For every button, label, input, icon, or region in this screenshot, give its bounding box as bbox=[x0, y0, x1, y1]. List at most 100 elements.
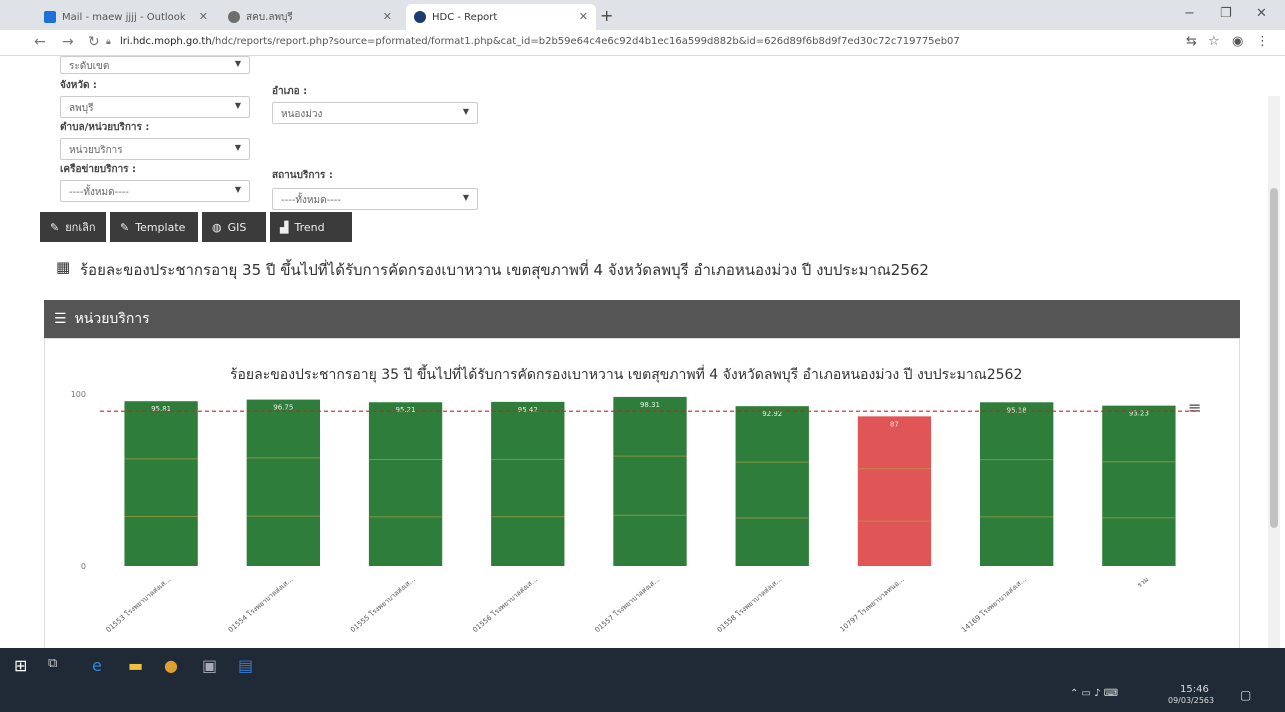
bar-value-label: 96.75 bbox=[273, 404, 293, 412]
star-icon[interactable]: ☆ bbox=[1208, 34, 1220, 49]
bar-value-label: 87 bbox=[890, 420, 899, 428]
page-scrollbar[interactable] bbox=[1268, 96, 1280, 656]
x-category-label: รวม bbox=[1136, 575, 1151, 589]
x-category-label: 01557 โรงพยาบาลส่งเส... bbox=[593, 575, 661, 634]
table-icon: ▦ bbox=[56, 258, 71, 276]
gis-button[interactable]: ◍ GIS bbox=[202, 212, 266, 242]
browser-tab-bar: Mail - maew jjjj - Outlook ✕ สคบ.ลพบุรี … bbox=[0, 0, 1285, 30]
select-value: ลพบุรี bbox=[69, 103, 94, 114]
bar-value-label: 98.31 bbox=[640, 401, 660, 409]
select-value: ----ทั้งหมด---- bbox=[69, 187, 130, 198]
select-value: หนองม่วง bbox=[281, 109, 323, 120]
y-tick-label: 100 bbox=[71, 390, 86, 399]
trend-button[interactable]: ▟ Trend bbox=[270, 212, 352, 242]
bar-value-label: 95.42 bbox=[518, 406, 538, 414]
network-label: เครือข่ายบริการ : bbox=[60, 164, 137, 175]
close-icon[interactable]: ✕ bbox=[199, 10, 208, 23]
edit-icon: ✎ bbox=[50, 220, 60, 234]
x-category-label: 01558 โรงพยาบาลส่งเส... bbox=[715, 575, 783, 634]
tab-title: สคบ.ลพบุรี bbox=[246, 11, 293, 23]
network-select[interactable]: ----ทั้งหมด---- ▼ bbox=[60, 180, 250, 202]
list-icon: ☰ bbox=[54, 311, 67, 327]
region-select[interactable]: ระดับเขต ▼ bbox=[60, 56, 250, 74]
template-button[interactable]: ✎ Template bbox=[110, 212, 198, 242]
button-label: ยกเลิก bbox=[65, 221, 96, 234]
chevron-down-icon: ▼ bbox=[234, 101, 241, 110]
browser-toolbar: ← → ↻ 🔒︎ lri.hdc.moph.go.th/hdc/reports/… bbox=[0, 30, 1285, 56]
district-label: อำเภอ : bbox=[272, 86, 308, 97]
report-title: ร้อยละของประชากรอายุ 35 ปี ขึ้นไปที่ได้ร… bbox=[80, 261, 929, 279]
select-value: หน่วยบริการ bbox=[69, 145, 123, 156]
url-host: lri.hdc.moph.go.th bbox=[120, 36, 212, 47]
x-category-label: 01554 โรงพยาบาลส่งเส... bbox=[226, 575, 294, 634]
windows-taskbar bbox=[0, 648, 1285, 712]
task-view-icon[interactable]: ⧉ bbox=[48, 656, 57, 671]
close-icon[interactable]: ✕ bbox=[579, 10, 588, 23]
bar bbox=[613, 396, 687, 566]
x-category-label: 10797 โรงพยาบาลหนอ... bbox=[838, 575, 906, 634]
chart-title: ร้อยละของประชากรอายุ 35 ปี ขึ้นไปที่ได้ร… bbox=[230, 367, 1023, 383]
close-icon[interactable]: ✕ bbox=[383, 10, 392, 23]
subdistrict-select[interactable]: หน่วยบริการ ▼ bbox=[60, 138, 250, 160]
bar-chart: 0 100 95.81 01553 โรงพยาบาลส่งเส... 96.75 015… bbox=[71, 390, 1200, 634]
file-explorer-icon[interactable]: ▬ bbox=[128, 656, 143, 675]
x-category-label: 14169 โรงพยาบาลส่งเส... bbox=[960, 575, 1028, 634]
address-bar[interactable]: lri.hdc.moph.go.th/hdc/reports/report.ph… bbox=[120, 36, 960, 47]
bar bbox=[491, 401, 565, 566]
windows-start-icon[interactable]: ⊞ bbox=[14, 656, 27, 675]
outlook-icon bbox=[44, 11, 56, 23]
panel-title: หน่วยบริการ bbox=[74, 311, 150, 327]
tab-local[interactable]: สคบ.ลพบุรี ✕ bbox=[220, 4, 400, 30]
chevron-down-icon: ▼ bbox=[462, 107, 469, 116]
app-icon[interactable]: ▣ bbox=[202, 656, 217, 675]
clock-date: 09/03/2563 bbox=[1168, 696, 1215, 705]
chevron-down-icon: ▼ bbox=[462, 193, 469, 202]
province-select[interactable]: ลพบุรี ▼ bbox=[60, 96, 250, 118]
select-value: ----ทั้งหมด---- bbox=[281, 195, 342, 206]
bar bbox=[124, 401, 198, 566]
x-category-label: 01555 โรงพยาบาลส่งเส... bbox=[348, 575, 416, 634]
scrollbar-thumb[interactable] bbox=[1270, 188, 1278, 528]
menu-dots-icon[interactable]: ⋮ bbox=[1256, 34, 1269, 49]
maximize-icon[interactable]: ❐ bbox=[1220, 6, 1232, 21]
tab-hdc-report[interactable]: HDC - Report ✕ bbox=[406, 4, 596, 30]
bar bbox=[980, 402, 1054, 566]
facility-label: สถานบริการ : bbox=[272, 170, 333, 181]
reload-icon[interactable]: ↻ bbox=[88, 34, 100, 50]
province-label: จังหวัด : bbox=[60, 80, 97, 91]
site-icon bbox=[228, 11, 240, 23]
new-tab-button[interactable]: + bbox=[600, 6, 613, 25]
chevron-down-icon: ▼ bbox=[234, 143, 241, 152]
close-window-icon[interactable]: ✕ bbox=[1256, 6, 1267, 21]
x-category-label: 01556 โรงพยาบาลส่งเส... bbox=[471, 575, 539, 634]
district-select[interactable]: หนองม่วง ▼ bbox=[272, 102, 478, 124]
chevron-down-icon: ▼ bbox=[234, 59, 241, 68]
translate-icon[interactable]: ⇆ bbox=[1186, 34, 1197, 49]
notification-icon[interactable]: ▢ bbox=[1240, 688, 1251, 702]
button-label: Template bbox=[135, 220, 186, 234]
bar-chart-icon: ▟ bbox=[280, 220, 289, 234]
detail-button[interactable]: ✎ ยกเลิก bbox=[40, 212, 106, 242]
back-icon[interactable]: ← bbox=[34, 34, 46, 50]
button-label: GIS bbox=[227, 220, 247, 234]
minimize-icon[interactable]: − bbox=[1184, 6, 1195, 21]
url-path: /hdc/reports/report.php?source=pformated… bbox=[211, 36, 960, 47]
edge-icon[interactable]: e bbox=[92, 656, 102, 675]
bar bbox=[1102, 405, 1176, 566]
word-icon[interactable]: ▤ bbox=[238, 656, 253, 675]
subdistrict-label: ตำบล/หน่วยบริการ : bbox=[60, 122, 150, 133]
clock-time: 15:46 bbox=[1180, 684, 1209, 695]
forward-icon[interactable]: → bbox=[62, 34, 74, 50]
bar-value-label: 95.21 bbox=[396, 406, 416, 414]
tray-icons[interactable]: ⌃ ▭ ♪ ⌨ bbox=[1070, 688, 1118, 699]
facility-select[interactable]: ----ทั้งหมด---- ▼ bbox=[272, 188, 478, 210]
panel-header: ☰ หน่วยบริการ bbox=[44, 300, 1240, 338]
chevron-down-icon: ▼ bbox=[234, 185, 241, 194]
profile-icon[interactable]: ◉ bbox=[1232, 34, 1243, 49]
edit-icon: ✎ bbox=[120, 220, 130, 234]
chrome-icon[interactable]: ● bbox=[164, 656, 178, 675]
tab-title: Mail - maew jjjj - Outlook bbox=[62, 11, 186, 23]
bar bbox=[857, 416, 932, 566]
x-category-label: 01553 โรงพยาบาลส่งเส... bbox=[104, 575, 172, 634]
tab-outlook[interactable]: Mail - maew jjjj - Outlook ✕ bbox=[36, 4, 216, 30]
